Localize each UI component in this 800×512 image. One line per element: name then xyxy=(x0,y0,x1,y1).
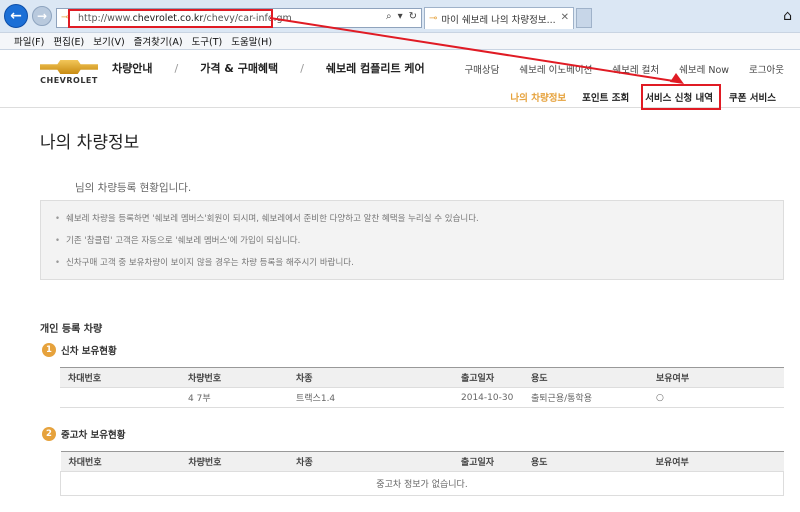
new-car-title: 1 신차 보유현황 xyxy=(42,343,117,357)
bowtie-icon xyxy=(40,60,98,74)
empty-row: 중고차 정보가 없습니다. xyxy=(60,471,784,496)
subnav-coupons[interactable]: 쿠폰 서비스 xyxy=(729,90,776,104)
browser-tab[interactable]: ⊸ 마이 쉐보레 나의 차량정보... ✕ xyxy=(424,7,574,29)
col-model: 차종 xyxy=(288,451,453,472)
nav-complete-care[interactable]: 쉐보레 컴플리트 케어 xyxy=(326,60,425,76)
browser-chrome: ← → ⊸ http://www.chevrolet.co.kr/chevy/c… xyxy=(0,0,800,50)
nav-price-benefits[interactable]: 가격 & 구매혜택 xyxy=(200,60,278,76)
util-purchase-consult[interactable]: 구매상담 xyxy=(464,62,499,76)
table-row[interactable]: 4 7부 트랙스1.4 2014-10-30 출퇴근용/통학용 ○ xyxy=(60,387,784,408)
used-car-title-text: 중고차 보유현황 xyxy=(61,430,126,441)
subnav-my-vehicle[interactable]: 나의 차량정보 xyxy=(510,90,566,104)
nav-vehicles[interactable]: 차량안내 xyxy=(112,60,152,76)
nav-separator: / xyxy=(300,61,304,75)
col-chassis: 차대번호 xyxy=(60,367,180,388)
col-chassis: 차대번호 xyxy=(60,451,181,472)
col-release-date: 출고일자 xyxy=(453,367,523,388)
section-title: 개인 등록 차량 xyxy=(40,324,103,335)
table-header-row: 차대번호 차량번호 차종 출고일자 용도 보유여부 xyxy=(60,367,784,388)
menu-tools[interactable]: 도구(T) xyxy=(192,34,223,48)
tab-title: 마이 쉐보레 나의 차량정보... xyxy=(441,14,556,26)
util-now[interactable]: 쉐보레 Now xyxy=(679,62,729,76)
service-annotation-box xyxy=(641,84,721,110)
menu-edit[interactable]: 편집(E) xyxy=(53,34,84,48)
col-usage: 용도 xyxy=(523,367,648,388)
menu-file[interactable]: 파일(F) xyxy=(14,34,44,48)
col-ownership: 보유여부 xyxy=(648,367,784,388)
search-icon[interactable]: ⌕ xyxy=(386,11,392,22)
close-icon[interactable]: ✕ xyxy=(561,12,569,23)
home-icon[interactable]: ⌂ xyxy=(783,8,792,24)
back-arrow-icon[interactable]: ← xyxy=(4,4,28,28)
notice-item: 쉐보레 차량을 등록하면 '쉐보레 멤버스'회원이 되시며, 쉐보레에서 준비한… xyxy=(55,212,769,224)
nav-separator: / xyxy=(174,61,179,75)
greeting-text: 님의 차량등록 현황입니다. xyxy=(75,182,192,194)
menu-view[interactable]: 보기(V) xyxy=(93,34,124,48)
cell-usage: 출퇴근용/통학용 xyxy=(523,387,648,408)
dropdown-icon[interactable]: ▾ xyxy=(398,11,403,22)
cell-release-date: 2014-10-30 xyxy=(453,387,523,408)
empty-message: 중고차 정보가 없습니다. xyxy=(60,471,784,496)
chevrolet-logo[interactable]: CHEVROLET xyxy=(40,60,98,85)
number-badge: 1 xyxy=(42,343,56,357)
used-car-title: 2 중고차 보유현황 xyxy=(42,427,126,441)
utility-nav: 구매상담 쉐보레 이노베이션 쉐보레 컬처 쉐보레 Now 로그아웃 xyxy=(464,62,784,76)
logo-wordmark: CHEVROLET xyxy=(40,76,98,85)
address-tools: ⌕ ▾ ↻ xyxy=(386,11,417,22)
page-title: 나의 차량정보 xyxy=(40,133,140,153)
notice-item: 기존 '참클럽' 고객은 자동으로 '쉐보레 멤버스'에 가입이 되십니다. xyxy=(55,234,769,246)
url-annotation-box xyxy=(68,9,273,28)
used-car-table: 차대번호 차량번호 차종 출고일자 용도 보유여부 중고차 정보가 없습니다. xyxy=(60,451,784,496)
col-model: 차종 xyxy=(288,367,453,388)
col-release-date: 출고일자 xyxy=(452,451,523,472)
cell-ownership: ○ xyxy=(648,387,784,408)
cell-plate: 4 7부 xyxy=(180,387,288,408)
cell-model: 트랙스1.4 xyxy=(288,387,453,408)
table-header-row: 차대번호 차량번호 차종 출고일자 용도 보유여부 xyxy=(60,451,784,472)
col-ownership: 보유여부 xyxy=(647,451,784,472)
subnav-points[interactable]: 포인트 조회 xyxy=(582,90,629,104)
col-plate: 차량번호 xyxy=(180,451,289,472)
menu-bar: 파일(F) 편집(E) 보기(V) 즐겨찾기(A) 도구(T) 도움말(H) xyxy=(0,32,800,50)
col-plate: 차량번호 xyxy=(180,367,288,388)
new-car-table: 차대번호 차량번호 차종 출고일자 용도 보유여부 4 7부 트랙스1.4 20… xyxy=(60,367,784,408)
col-usage: 용도 xyxy=(522,451,648,472)
number-badge: 2 xyxy=(42,427,56,441)
util-innovation[interactable]: 쉐보레 이노베이션 xyxy=(519,62,592,76)
util-culture[interactable]: 쉐보레 컬처 xyxy=(612,62,659,76)
new-tab-button[interactable] xyxy=(576,8,592,28)
notice-item: 신차구매 고객 중 보유차량이 보이지 않을 경우는 차량 등록을 해주시기 바… xyxy=(55,256,769,268)
tab-favicon-icon: ⊸ xyxy=(429,13,438,24)
logout-link[interactable]: 로그아웃 xyxy=(749,62,784,76)
cell-chassis xyxy=(60,387,180,408)
new-car-title-text: 신차 보유현황 xyxy=(61,346,117,357)
notice-box: 쉐보레 차량을 등록하면 '쉐보레 멤버스'회원이 되시며, 쉐보레에서 준비한… xyxy=(40,200,784,280)
menu-help[interactable]: 도움말(H) xyxy=(231,34,272,48)
main-nav: 차량안내 / 가격 & 구매혜택 / 쉐보레 컴플리트 케어 xyxy=(112,60,425,76)
forward-arrow-icon[interactable]: → xyxy=(32,6,52,26)
menu-favorites[interactable]: 즐겨찾기(A) xyxy=(134,34,183,48)
refresh-icon[interactable]: ↻ xyxy=(409,11,417,22)
